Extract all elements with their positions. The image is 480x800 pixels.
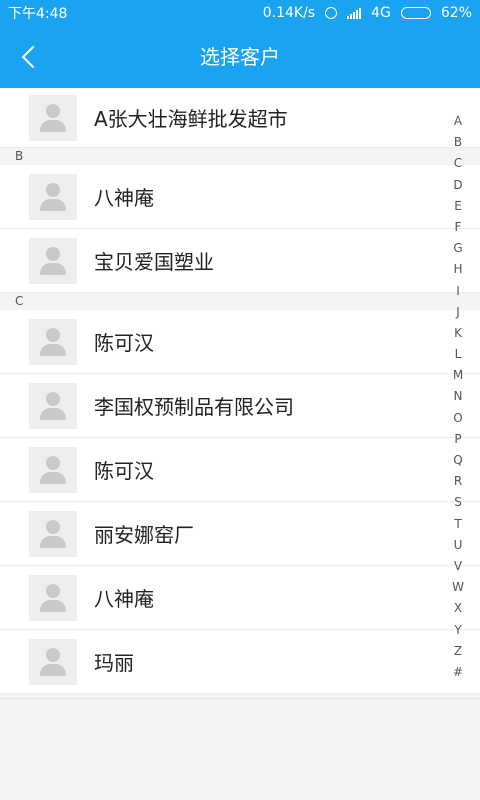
index-letter[interactable]: P <box>448 429 468 450</box>
battery-icon <box>400 7 431 19</box>
index-letter[interactable]: B <box>448 132 468 153</box>
customer-name: 李国权预制品有限公司 <box>94 395 294 419</box>
page-title: 选择客户 <box>200 45 280 69</box>
index-letter[interactable]: Y <box>448 620 468 641</box>
index-letter[interactable]: Q <box>448 450 468 471</box>
customer-name: 玛丽 <box>94 651 134 675</box>
index-letter[interactable]: I <box>448 281 468 302</box>
section-header: B <box>0 148 480 165</box>
customer-list: A张大壮海鲜批发超市 B 八神庵 宝贝爱国塑业 C 陈可汉 李国权预制品有限公司 陈可汉 丽安娜… <box>0 88 480 694</box>
status-network-speed: 0.14K/s <box>262 5 316 21</box>
status-bar: 下午4:48 0.14K/s 4G 62% <box>0 0 480 26</box>
customer-name: A张大壮海鲜批发超市 <box>94 107 288 131</box>
customer-row[interactable]: 宝贝爱国塑业 <box>0 229 480 293</box>
customer-name: 陈可汉 <box>94 459 154 483</box>
customer-name: 陈可汉 <box>94 331 154 355</box>
customer-row[interactable]: 八神庵 <box>0 566 480 630</box>
empty-area <box>0 698 480 800</box>
index-letter[interactable]: W <box>448 577 468 598</box>
avatar-icon <box>29 318 77 365</box>
avatar-icon <box>29 382 77 429</box>
alphabet-index: A B C D E F G H I J K L M N O P Q R S T U V W X Y Z # <box>448 111 468 683</box>
index-letter[interactable]: A <box>448 111 468 132</box>
customer-name: 丽安娜窑厂 <box>94 523 194 547</box>
status-battery-text: 62% <box>440 5 472 21</box>
index-letter[interactable]: F <box>448 217 468 238</box>
status-time: 下午4:48 <box>8 6 68 22</box>
index-letter[interactable]: Z <box>448 641 468 662</box>
avatar-icon <box>29 638 77 685</box>
avatar-icon <box>29 446 77 493</box>
index-letter[interactable]: G <box>448 238 468 259</box>
avatar-icon <box>29 237 77 284</box>
index-letter[interactable]: R <box>448 471 468 492</box>
index-letter[interactable]: K <box>448 323 468 344</box>
index-letter[interactable]: U <box>448 535 468 556</box>
alarm-icon <box>325 7 338 19</box>
back-button[interactable] <box>10 36 50 78</box>
customer-name: 八神庵 <box>94 587 154 611</box>
index-letter[interactable]: M <box>448 365 468 386</box>
customer-name: 八神庵 <box>94 186 154 210</box>
index-letter[interactable]: L <box>448 344 468 365</box>
avatar-icon <box>29 173 77 220</box>
signal-icon <box>347 7 362 19</box>
customer-row[interactable]: 玛丽 <box>0 630 480 694</box>
customer-row[interactable]: 李国权预制品有限公司 <box>0 374 480 438</box>
customer-row[interactable]: 陈可汉 <box>0 310 480 374</box>
customer-row[interactable]: 八神庵 <box>0 165 480 229</box>
back-arrow-icon <box>21 45 45 69</box>
index-letter[interactable]: O <box>448 408 468 429</box>
avatar-icon <box>29 574 77 621</box>
customer-row[interactable]: 陈可汉 <box>0 438 480 502</box>
index-letter[interactable]: S <box>448 492 468 513</box>
customer-name: 宝贝爱国塑业 <box>94 250 214 274</box>
index-letter[interactable]: N <box>448 386 468 407</box>
index-letter[interactable]: V <box>448 556 468 577</box>
index-letter[interactable]: J <box>448 302 468 323</box>
index-letter[interactable]: D <box>448 175 468 196</box>
customer-row[interactable]: A张大壮海鲜批发超市 <box>0 88 480 148</box>
status-network-type: 4G <box>371 5 391 21</box>
section-header: C <box>0 293 480 310</box>
index-letter[interactable]: # <box>448 662 468 683</box>
index-letter[interactable]: C <box>448 153 468 174</box>
customer-row[interactable]: 丽安娜窑厂 <box>0 502 480 566</box>
avatar-icon <box>29 510 77 557</box>
index-letter[interactable]: T <box>448 514 468 535</box>
index-letter[interactable]: X <box>448 598 468 619</box>
index-letter[interactable]: E <box>448 196 468 217</box>
index-letter[interactable]: H <box>448 259 468 280</box>
title-bar: 选择客户 <box>0 26 480 88</box>
avatar-icon <box>29 94 77 141</box>
